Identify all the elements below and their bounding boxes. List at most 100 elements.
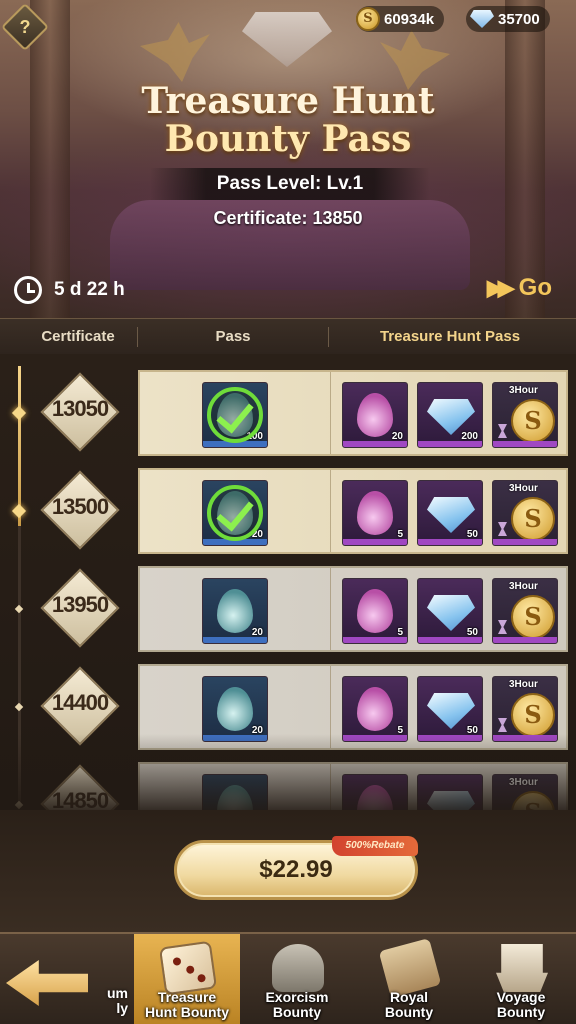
card-divider: [330, 470, 331, 552]
purple-drop-icon: [357, 393, 393, 437]
premium-reward-diamond[interactable]: 200: [417, 382, 483, 448]
diamond-icon: [427, 497, 475, 533]
page-title: Treasure Hunt Bounty Pass: [0, 82, 576, 158]
background-bird-statue: [140, 22, 210, 82]
premium-reward-diamond[interactable]: 50: [417, 676, 483, 742]
reward-card[interactable]: 20 5 50 S 3Hour: [138, 566, 568, 652]
background-gem-decoration: [242, 12, 332, 67]
column-treasure-hunt-pass: Treasure Hunt Pass: [379, 328, 521, 345]
soul-drop-icon: [217, 687, 253, 731]
premium-reward-purple-drop[interactable]: 5: [342, 676, 408, 742]
gold-coin-icon: S: [356, 7, 380, 31]
premium-reward-purple-drop[interactable]: 20: [342, 382, 408, 448]
certificate-total: Certificate: 13850: [213, 208, 363, 228]
progress-node: [11, 405, 27, 421]
column-divider: [328, 327, 329, 347]
duration-tag: 3Hour: [509, 679, 538, 690]
list-fade-overlay: [0, 734, 576, 814]
gold-coin-icon: S: [511, 497, 555, 541]
nav-tab-partial[interactable]: um ly: [80, 934, 130, 1024]
item-quantity: 50: [466, 529, 478, 540]
reward-card[interactable]: 20 5 50 S 3Hour: [138, 468, 568, 554]
reward-card[interactable]: 100 20 200 S 3Hour: [138, 370, 568, 456]
premium-reward-gold-timed[interactable]: S 3Hour: [492, 578, 558, 644]
rarity-bar: [493, 637, 557, 643]
clock-icon: [14, 276, 42, 304]
tab-royal-bounty[interactable]: Royal Bounty: [356, 934, 462, 1024]
pass-reward-item[interactable]: 20: [202, 676, 268, 742]
certificate-requirement: 13050: [51, 396, 109, 421]
column-header: Certificate Pass Treasure Hunt Pass: [0, 318, 576, 354]
gold-coin-icon: S: [511, 399, 555, 443]
premium-reward-gold-timed[interactable]: S 3Hour: [492, 676, 558, 742]
gold-amount: 60934k: [384, 10, 435, 28]
premium-reward-purple-drop[interactable]: 5: [342, 578, 408, 644]
diamond-icon: [427, 595, 475, 631]
certificate-requirement: 13950: [51, 592, 109, 617]
title-line-1: Treasure Hunt: [141, 80, 435, 122]
item-quantity: 200: [461, 431, 478, 442]
diamond-icon: [470, 10, 494, 28]
timer-text: 5 d 22 h: [54, 279, 125, 300]
title-line-2: Bounty Pass: [164, 118, 412, 160]
tab-label: Treasure Hunt Bounty: [145, 989, 229, 1020]
claimed-check-icon: [207, 485, 263, 541]
background-pillar: [30, 0, 70, 318]
back-arrow-icon: [6, 960, 88, 1006]
tab-treasure-hunt-bounty[interactable]: Treasure Hunt Bounty: [134, 934, 240, 1024]
gold-coin-icon: S: [511, 693, 555, 737]
diamond-icon: [427, 693, 475, 729]
diamond-icon: [427, 399, 475, 435]
pass-header: ? S 60934k 35700 Treasure Hunt Bounty Pa…: [0, 0, 576, 318]
reward-row[interactable]: 13050 100 20 200 S 3Hour: [0, 366, 576, 458]
nav-tab-partial-label: um ly: [107, 985, 128, 1016]
column-certificate: Certificate: [41, 328, 115, 345]
rarity-bar: [493, 441, 557, 447]
gold-currency: S 60934k: [356, 6, 445, 32]
background-pillar: [505, 0, 545, 318]
reward-row[interactable]: 13950 20 5 50 S 3Hour: [0, 562, 576, 654]
ship-icon: [496, 944, 548, 992]
duration-tag: 3Hour: [509, 385, 538, 396]
purple-drop-icon: [357, 589, 393, 633]
pass-reward-item[interactable]: 100: [202, 382, 268, 448]
premium-reward-diamond[interactable]: 50: [417, 578, 483, 644]
progress-node: [11, 503, 27, 519]
duration-tag: 3Hour: [509, 483, 538, 494]
premium-reward-purple-drop[interactable]: 5: [342, 480, 408, 546]
card-divider: [330, 568, 331, 650]
reward-row[interactable]: 13500 20 5 50 S 3Hour: [0, 464, 576, 556]
soul-drop-icon: [217, 589, 253, 633]
go-button[interactable]: ▶▶ Go: [487, 274, 552, 302]
rebate-badge: 500%Rebate: [332, 836, 418, 856]
column-pass: Pass: [215, 328, 251, 345]
purple-drop-icon: [357, 687, 393, 731]
helmet-icon: [272, 944, 324, 992]
premium-reward-diamond[interactable]: 50: [417, 480, 483, 546]
tab-exorcism-bounty[interactable]: Exorcism Bounty: [244, 934, 350, 1024]
diamond-currency: 35700: [466, 6, 550, 32]
dice-icon: [158, 940, 218, 996]
claimed-check-icon: [207, 387, 263, 443]
item-quantity: 5: [397, 627, 403, 638]
pass-level: Pass Level: Lv.1: [150, 168, 430, 200]
item-quantity: 50: [466, 627, 478, 638]
pass-reward-item[interactable]: 20: [202, 578, 268, 644]
premium-reward-gold-timed[interactable]: S 3Hour: [492, 382, 558, 448]
item-quantity: 5: [397, 529, 403, 540]
duration-tag: 3Hour: [509, 581, 538, 592]
tab-label: Royal Bounty: [384, 989, 434, 1020]
purple-drop-icon: [357, 491, 393, 535]
go-label: Go: [518, 274, 552, 301]
hourglass-icon: [498, 424, 507, 438]
premium-reward-gold-timed[interactable]: S 3Hour: [492, 480, 558, 546]
pass-reward-item[interactable]: 20: [202, 480, 268, 546]
card-divider: [330, 372, 331, 454]
diamond-amount: 35700: [498, 10, 540, 28]
countdown-timer: 5 d 22 h: [14, 276, 125, 304]
tab-label: Exorcism Bounty: [265, 989, 329, 1020]
certificate-requirement: 13500: [51, 494, 109, 519]
bottom-nav: um ly Treasure Hunt Bounty Exorcism Boun…: [0, 932, 576, 1024]
tab-voyage-bounty[interactable]: Voyage Bounty: [468, 934, 574, 1024]
rarity-bar: [493, 539, 557, 545]
